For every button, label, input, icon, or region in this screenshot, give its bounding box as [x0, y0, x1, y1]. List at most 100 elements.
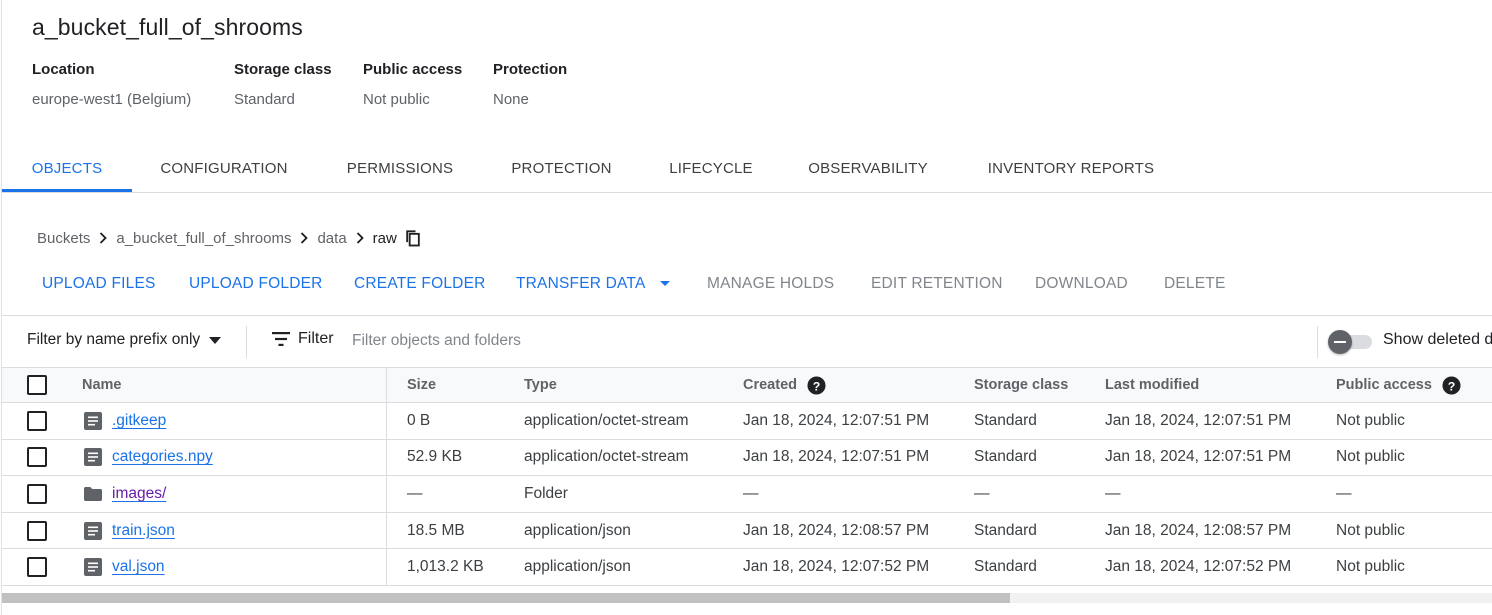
breadcrumb-current: raw — [372, 229, 397, 247]
meta-value: Not public — [363, 91, 430, 108]
name-cell: images/ — [84, 476, 166, 512]
column-header-last-modified[interactable]: Last modified — [1105, 368, 1199, 402]
upload-files-button[interactable]: UPLOAD FILES — [42, 268, 156, 300]
tab-objects[interactable]: OBJECTS — [2, 148, 132, 192]
size-cell: — — [407, 484, 423, 502]
breadcrumb-data[interactable]: data — [317, 230, 346, 247]
row-checkbox[interactable] — [27, 483, 47, 504]
svg-text:?: ? — [813, 379, 821, 393]
toggle-knob — [1328, 330, 1352, 354]
column-divider — [386, 403, 387, 439]
table-row[interactable]: .gitkeep 0 B application/octet-stream Ja… — [2, 403, 1492, 440]
delete-button[interactable]: DELETE — [1164, 268, 1226, 300]
meta-label: Storage class — [234, 61, 332, 78]
object-name-link[interactable]: categories.npy — [112, 448, 213, 466]
storage-class-cell: Standard — [974, 411, 1037, 429]
column-header-public-access[interactable]: Public access ? — [1336, 368, 1461, 402]
row-select-cell — [27, 440, 47, 476]
column-header-type[interactable]: Type — [524, 368, 557, 402]
objects-table: Name Size Type Created ? Storage class L… — [2, 367, 1492, 586]
create-folder-button[interactable]: CREATE FOLDER — [354, 268, 486, 300]
meta-value: None — [493, 91, 529, 108]
help-icon[interactable]: ? — [807, 375, 826, 395]
select-all-cell — [27, 368, 47, 402]
chevron-right-icon — [348, 226, 372, 250]
last-modified-cell: — — [1105, 484, 1121, 502]
last-modified-cell: Jan 18, 2024, 12:07:51 PM — [1105, 411, 1292, 429]
name-cell: train.json — [84, 513, 175, 549]
object-name-link[interactable]: train.json — [112, 522, 175, 540]
transfer-data-button[interactable]: TRANSFER DATA — [516, 268, 671, 300]
public-access-cell: Not public — [1336, 558, 1405, 576]
meta-protection: Protection None — [493, 60, 567, 110]
row-select-cell — [27, 403, 47, 439]
manage-holds-button[interactable]: MANAGE HOLDS — [707, 268, 834, 300]
filter-mode-label: Filter by name prefix only — [27, 331, 201, 348]
meta-label: Location — [32, 61, 95, 78]
table-row[interactable]: train.json 18.5 MB application/json Jan … — [2, 512, 1492, 550]
table-row[interactable]: val.json 1,013.2 KB application/json Jan… — [2, 549, 1492, 586]
select-all-checkbox[interactable] — [27, 375, 47, 395]
divider — [246, 326, 247, 358]
copy-path-icon[interactable] — [403, 228, 423, 248]
type-cell: application/octet-stream — [524, 411, 689, 429]
help-icon[interactable]: ? — [1442, 375, 1461, 395]
folder-name-link[interactable]: images/ — [112, 485, 166, 503]
type-cell: application/json — [524, 521, 631, 539]
folder-icon — [84, 486, 102, 501]
edit-retention-button[interactable]: EDIT RETENTION — [871, 268, 1003, 300]
column-header-size[interactable]: Size — [407, 368, 436, 402]
column-header-created[interactable]: Created ? — [743, 368, 826, 402]
tab-observability[interactable]: OBSERVABILITY — [796, 148, 940, 192]
meta-storage-class: Storage class Standard — [234, 60, 332, 110]
column-header-name[interactable]: Name — [82, 368, 122, 402]
size-cell: 1,013.2 KB — [407, 558, 484, 576]
tab-lifecycle[interactable]: LIFECYCLE — [656, 148, 766, 192]
row-select-cell — [27, 476, 47, 512]
breadcrumb-bucket[interactable]: a_bucket_full_of_shrooms — [116, 230, 291, 247]
public-access-cell: Not public — [1336, 411, 1405, 429]
name-cell: categories.npy — [84, 440, 213, 476]
bucket-title: a_bucket_full_of_shrooms — [32, 14, 303, 40]
filter-bar: Filter by name prefix only Filter Show d… — [2, 315, 1492, 367]
filter-mode-select[interactable]: Filter by name prefix only — [27, 331, 222, 349]
table-row[interactable]: images/ — Folder — — — — — [2, 476, 1492, 513]
horizontal-scrollbar-thumb[interactable] — [2, 593, 1010, 603]
object-name-link[interactable]: .gitkeep — [112, 412, 166, 430]
meta-location: Location europe-west1 (Belgium) — [32, 60, 191, 110]
caret-down-icon — [209, 336, 222, 344]
column-divider — [386, 476, 387, 512]
column-header-storage-class[interactable]: Storage class — [974, 368, 1068, 402]
show-deleted-label: Show deleted d — [1383, 331, 1492, 348]
tab-configuration[interactable]: CONFIGURATION — [148, 148, 300, 192]
row-checkbox[interactable] — [27, 520, 47, 541]
row-checkbox[interactable] — [27, 447, 47, 468]
storage-class-cell: Standard — [974, 558, 1037, 576]
public-access-cell: — — [1336, 484, 1352, 502]
object-name-link[interactable]: val.json — [112, 558, 165, 576]
meta-value: europe-west1 (Belgium) — [32, 91, 192, 108]
created-cell: — — [743, 484, 759, 502]
active-tab-indicator — [2, 189, 132, 192]
breadcrumb-buckets[interactable]: Buckets — [37, 230, 90, 247]
tab-protection[interactable]: PROTECTION — [499, 148, 624, 192]
row-select-cell — [27, 549, 47, 585]
filter-input[interactable] — [352, 328, 1252, 354]
row-checkbox[interactable] — [27, 410, 47, 431]
download-button[interactable]: DOWNLOAD — [1035, 268, 1128, 300]
table-header: Name Size Type Created ? Storage class L… — [2, 367, 1492, 403]
file-icon — [84, 558, 102, 577]
divider — [1317, 326, 1318, 358]
tab-permissions[interactable]: PERMISSIONS — [332, 148, 468, 192]
last-modified-cell: Jan 18, 2024, 12:07:52 PM — [1105, 558, 1292, 576]
filter-button[interactable]: Filter — [272, 330, 334, 348]
tab-inventory-reports[interactable]: INVENTORY REPORTS — [974, 148, 1168, 192]
file-icon — [84, 521, 102, 540]
row-checkbox[interactable] — [27, 557, 47, 578]
show-deleted-toggle[interactable] — [1326, 330, 1374, 354]
upload-folder-button[interactable]: UPLOAD FOLDER — [189, 268, 323, 300]
chevron-right-icon — [292, 226, 316, 250]
table-row[interactable]: categories.npy 52.9 KB application/octet… — [2, 439, 1492, 477]
breadcrumb: Buckets a_bucket_full_of_shrooms data ra… — [37, 226, 423, 250]
public-access-cell: Not public — [1336, 448, 1405, 466]
